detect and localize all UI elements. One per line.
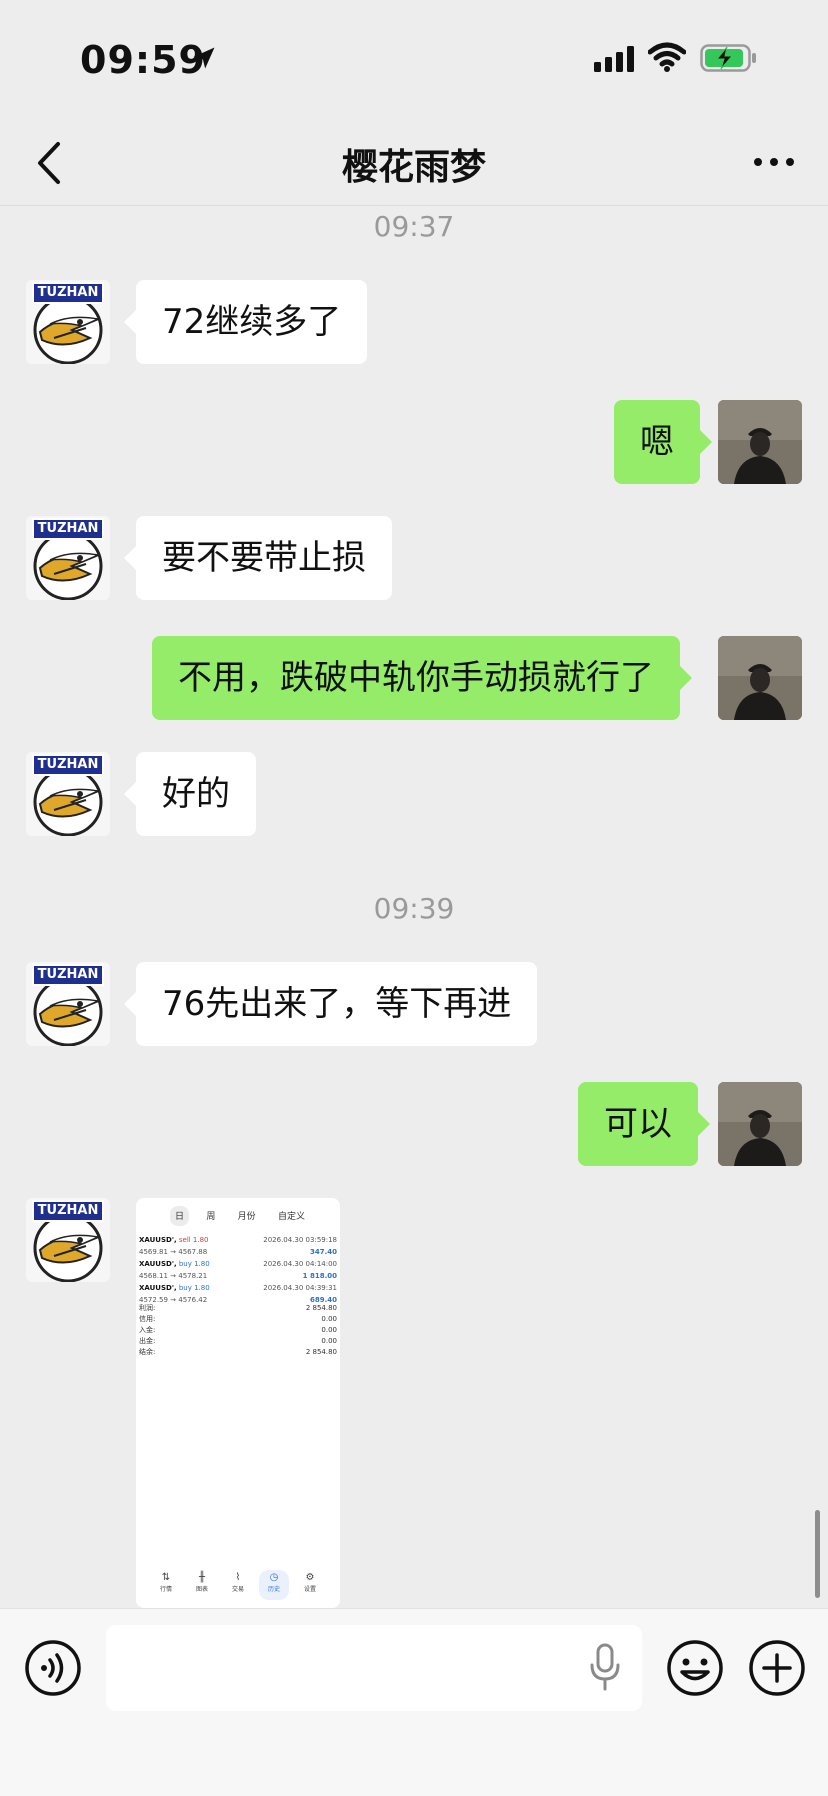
image-message-trade-history[interactable]: 日 周 月份 自定义 XAUUSD', sell 1.80 2026.04.30 … [136,1198,340,1608]
timestamp: 09:39 [373,892,455,925]
plus-icon[interactable] [748,1639,806,1697]
settings-gear-icon: ⚙ [305,1572,315,1583]
avatar-banner: TUZHAN [32,282,104,304]
status-bar: 09:59 [0,0,828,120]
summary-value: 0.00 [321,1326,337,1334]
account-summary: 利润: 2 854.80 信用: 0.00 入金: 0.00 出金: 0.00 结余: 2… [139,1303,337,1358]
nav-label: 交易 [231,1586,244,1593]
input-bar [0,1608,828,1796]
person-silhouette-icon [718,636,802,720]
trade-time: 2026.04.30 03:59:18 [263,1236,337,1244]
trade-prices: 4569.81 → 4567.88 [139,1248,208,1256]
battery-charging-icon [700,44,756,72]
avatar-banner: TUZHAN [32,754,104,776]
period-tabs: 日 周 月份 自定义 [170,1206,310,1226]
summary-value: 0.00 [321,1315,337,1323]
emoji-icon[interactable] [666,1639,724,1697]
nav-history: ◷ 历史 [259,1570,289,1600]
summary-label: 信用: [139,1315,156,1323]
chat-title: 樱花雨梦 [341,147,486,188]
summary-label: 出金: [139,1337,156,1345]
candlestick-icon: ╫ [198,1572,206,1583]
history-clock-icon: ◷ [269,1572,279,1583]
scrollbar-thumb[interactable] [815,1510,820,1598]
trade-profit: 347.40 [309,1248,337,1256]
message-bubble-sent[interactable]: 可以 [578,1082,710,1166]
trade-entry: XAUUSD', sell 1.80 2026.04.30 03:59:18 45… [139,1234,337,1258]
person-silhouette-icon [718,400,802,484]
my-avatar[interactable] [718,400,802,484]
avatar-banner: TUZHAN [32,1200,104,1222]
trade-time: 2026.04.30 04:39:31 [263,1284,337,1292]
my-avatar[interactable] [718,636,802,720]
message-bubble-received[interactable]: 76先出来了，等下再进 [123,962,538,1046]
microphone-icon[interactable] [588,1643,622,1691]
trade-entry: XAUUSD', buy 1.80 2026.04.30 04:14:00 456… [139,1258,337,1282]
message-bubble-sent[interactable]: 不用，跌破中轨你手动损就行了 [152,636,692,720]
summary-label: 结余: [139,1348,156,1356]
tab-week: 周 [206,1212,216,1222]
nav-label: 行情 [159,1586,172,1593]
trade-profit: 1 818.00 [302,1272,337,1280]
trade-side: buy 1.80 [178,1260,210,1268]
summary-value: 2 854.80 [305,1348,337,1356]
avatar-banner: TUZHAN [32,518,104,540]
tab-custom: 自定义 [277,1212,305,1222]
trade-time: 2026.04.30 04:14:00 [263,1260,337,1268]
contact-avatar[interactable]: TUZHAN [26,280,110,364]
timestamp: 09:37 [373,210,455,243]
nav-charts: ╫ 图表 [187,1570,217,1600]
nav-quotes: ⇅ 行情 [151,1570,181,1600]
contact-avatar[interactable]: TUZHAN [26,752,110,836]
person-silhouette-icon [718,1082,802,1166]
summary-value: 0.00 [321,1337,337,1345]
avatar-banner: TUZHAN [32,964,104,986]
message-input[interactable] [106,1625,642,1711]
message-bubble-received[interactable]: 72继续多了 [123,280,368,364]
contact-avatar[interactable]: TUZHAN [26,1198,110,1282]
summary-value: 2 854.80 [305,1304,337,1312]
nav-bar: 樱花雨梦 [0,120,828,206]
cellular-signal-icon [594,46,634,72]
message-bubble-received[interactable]: 好的 [124,752,256,836]
message-bubble-sent[interactable]: 嗯 [614,400,712,484]
trade-side: sell 1.80 [178,1236,209,1244]
message-bubble-received[interactable]: 要不要带止损 [124,516,392,600]
trade-side: buy 1.80 [178,1284,210,1292]
contact-avatar[interactable]: TUZHAN [26,962,110,1046]
tab-month: 月份 [237,1212,256,1222]
nav-label: 设置 [303,1586,316,1593]
summary-label: 利润: [139,1304,156,1312]
contact-avatar[interactable]: TUZHAN [26,516,110,600]
status-time: 09:59 [80,38,206,82]
more-dots-icon[interactable] [752,156,796,168]
nav-settings: ⚙ 设置 [295,1570,325,1600]
trade-symbol: XAUUSD', [139,1236,177,1244]
nav-label: 历史 [267,1586,280,1593]
voice-mode-icon[interactable] [24,1639,82,1697]
app-bottom-nav: ⇅ 行情 ╫ 图表 ⌇ 交易 ◷ 历史 ⚙ 设置 [148,1570,328,1600]
trade-symbol: XAUUSD', [139,1260,177,1268]
wifi-icon [648,42,686,72]
updown-arrows-icon: ⇅ [161,1572,171,1583]
location-arrow-icon [193,47,215,69]
summary-label: 入金: [139,1326,156,1334]
trade-symbol: XAUUSD', [139,1284,177,1292]
tab-day: 日 [170,1206,190,1226]
trade-prices: 4568.11 → 4578.21 [139,1272,208,1280]
nav-trade: ⌇ 交易 [223,1570,253,1600]
nav-label: 图表 [195,1586,208,1593]
my-avatar[interactable] [718,1082,802,1166]
trade-chart-icon: ⌇ [235,1572,241,1583]
